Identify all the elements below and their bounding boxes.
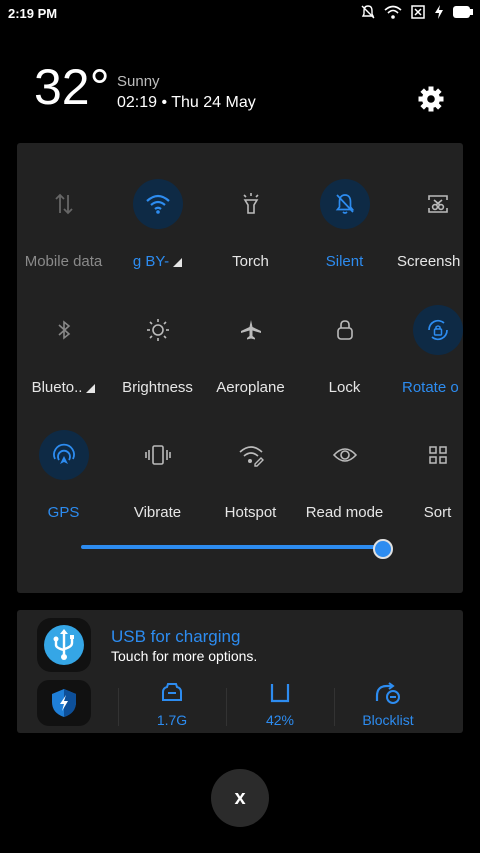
brightness-icon [133,305,183,355]
status-time: 2:19 PM [8,6,58,21]
bluetooth-icon [39,305,89,355]
blocklist-icon [375,682,400,704]
security-shield-icon[interactable] [37,680,91,726]
tile-vibrate-label: Vibrate [133,504,182,521]
usb-notification[interactable]: USB for charging Touch for more options.… [17,610,463,733]
battery-icon [452,5,474,19]
tile-bluetooth-label: Blueto.. [17,379,110,396]
sort-icon [413,430,463,480]
tile-brightness-label: Brightness [122,379,193,396]
tile-wifi[interactable]: g BY- [111,179,204,270]
brightness-slider-track[interactable] [81,545,381,549]
notification-title: USB for charging [111,627,241,646]
silent-status-icon [360,4,376,20]
tile-lock-label: Lock [328,379,361,396]
memory-icon [162,683,182,701]
aeroplane-icon [226,305,276,355]
memory-stat-label: 1.7G [156,712,188,728]
temperature: 32° [34,59,110,115]
quick-settings-panel: Mobile data g BY- Torch Silent Screensh … [17,143,463,593]
tile-gps-label: GPS [47,504,80,521]
tile-screenshot-label: Screensh [397,253,461,270]
tile-bluetooth[interactable]: Blueto.. [17,305,110,396]
weather-condition: Sunny [117,73,160,90]
close-button[interactable]: x [211,769,269,827]
tile-aeroplane[interactable]: Aeroplane [204,305,297,396]
tile-gps[interactable]: GPS [17,430,110,521]
tile-sort[interactable]: Sort [391,430,463,521]
divider [118,688,119,726]
tile-torch[interactable]: Torch [204,179,297,270]
screenshot-icon [413,179,463,229]
tile-rotate-lock-label: Rotate o [402,379,459,396]
blocklist-stat[interactable]: Blocklist [338,682,438,728]
settings-gear-icon[interactable] [416,84,446,114]
storage-stat[interactable]: 42% [230,682,330,728]
tile-brightness[interactable]: Brightness [111,305,204,396]
lock-icon [320,305,370,355]
vibrate-icon [133,430,183,480]
rotate-lock-icon [413,305,463,355]
tile-mobile-data[interactable]: Mobile data [17,179,110,270]
tile-silent[interactable]: Silent [298,179,391,270]
tile-hotspot[interactable]: Hotspot [204,430,297,521]
read-mode-icon [320,430,370,480]
status-bar: 2:19 PM [0,0,480,28]
tile-sort-label: Sort [423,504,452,521]
tile-mobile-data-label: Mobile data [24,253,103,270]
gps-icon [38,430,89,480]
hotspot-icon [226,430,276,480]
tile-screenshot[interactable]: Screensh [391,179,463,270]
brightness-slider-handle[interactable] [373,539,393,559]
tile-read-mode-label: Read mode [305,504,384,521]
blocklist-stat-label: Blocklist [362,712,414,728]
silent-icon [319,179,370,229]
tile-rotate-lock[interactable]: Rotate o [391,305,463,396]
tile-vibrate[interactable]: Vibrate [111,430,204,521]
wifi-icon [132,179,183,229]
storage-stat-label: 42% [265,712,295,728]
tile-silent-label: Silent [325,253,364,270]
storage-icon [270,684,290,703]
torch-icon [226,179,276,229]
wifi-status-icon [384,4,402,20]
tile-wifi-label: g BY- [111,253,204,270]
usb-icon [37,618,91,672]
tile-torch-label: Torch [232,253,269,270]
tile-aeroplane-label: Aeroplane [216,379,285,396]
date-time: 02:19 • Thu 24 May [117,94,256,111]
tile-hotspot-label: Hotspot [224,504,277,521]
tile-read-mode[interactable]: Read mode [298,430,391,521]
divider [334,688,335,726]
mobile-data-icon [39,179,89,229]
divider [226,688,227,726]
notification-subtitle: Touch for more options. [111,648,258,664]
charging-icon [434,4,444,20]
no-sim-icon [410,4,426,20]
tile-lock[interactable]: Lock [298,305,391,396]
memory-stat[interactable]: 1.7G [122,682,222,728]
